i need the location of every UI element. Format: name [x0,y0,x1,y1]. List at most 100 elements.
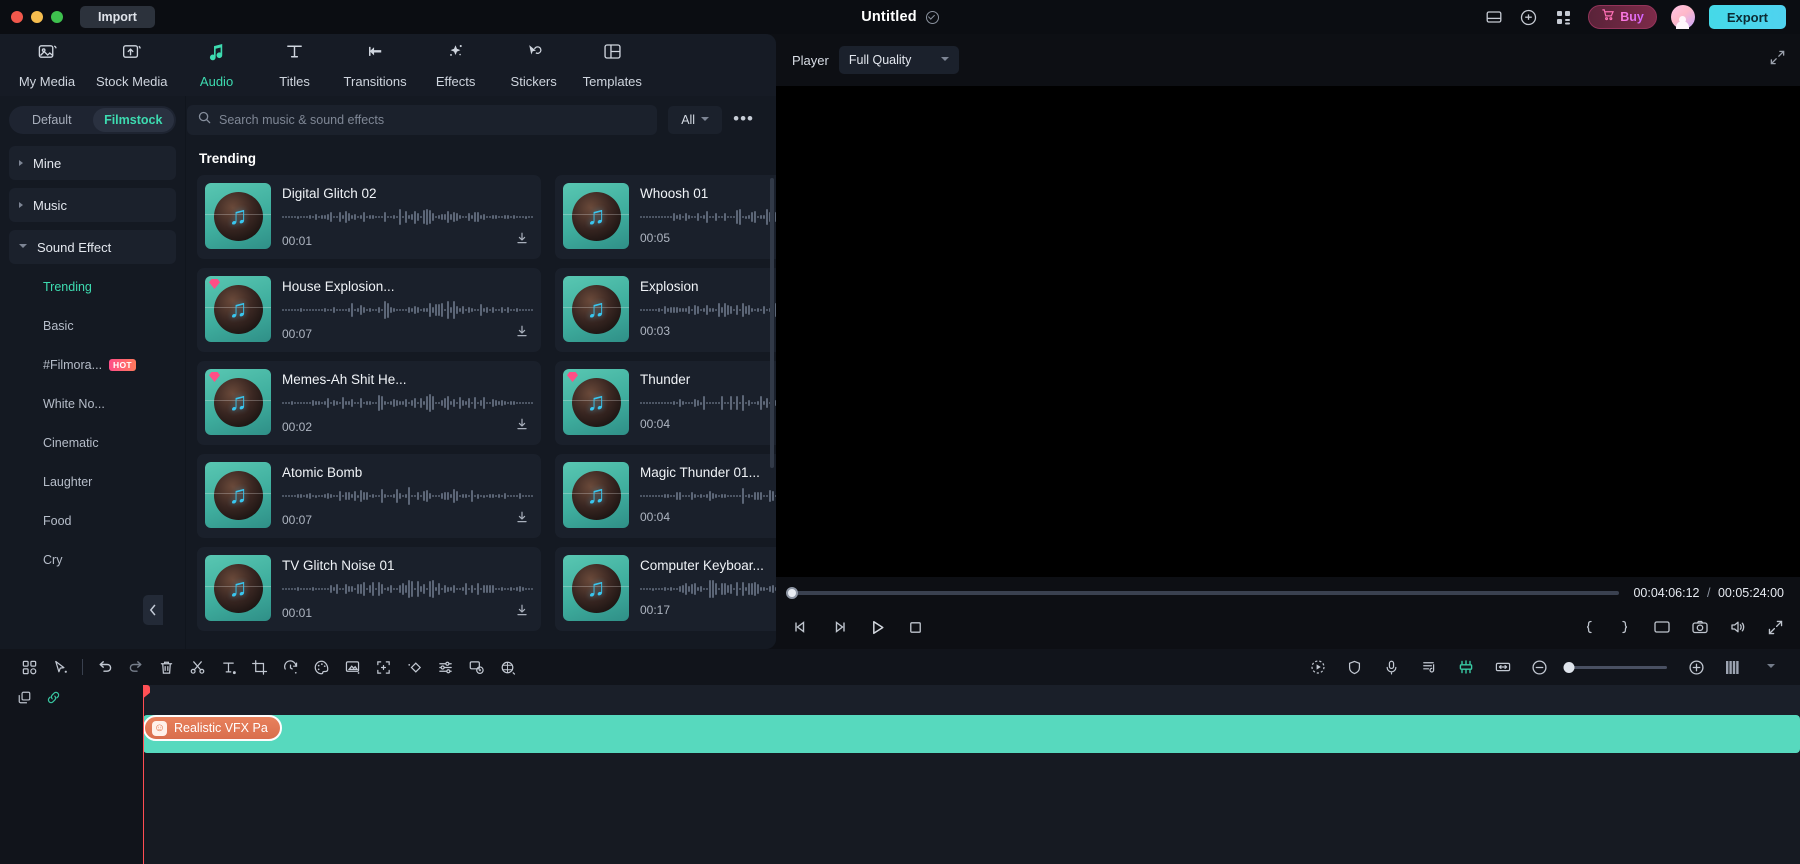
fit-timeline-icon[interactable] [1487,653,1518,681]
chevron-down-icon[interactable] [1755,653,1786,681]
more-options-button[interactable]: ••• [733,110,754,131]
buy-button[interactable]: Buy [1588,5,1657,29]
step-back-icon[interactable] [792,618,810,636]
library-scrollbar[interactable] [770,178,774,468]
sidebar-item-basic[interactable]: Basic [9,311,176,341]
download-icon[interactable] [515,603,529,622]
timeline-ruler[interactable] [143,685,1800,715]
list-item[interactable]: ♫House Explosion...00:07 [197,268,541,352]
stop-icon[interactable] [907,619,924,636]
volume-icon[interactable] [1729,618,1747,636]
list-item[interactable]: ♫Memes-Ah Shit He...00:02 [197,361,541,445]
tab-my-media[interactable]: My Media [10,37,84,93]
download-icon[interactable] [515,324,529,343]
speed-clock-icon[interactable] [275,653,306,681]
beat-detect-icon[interactable] [1413,653,1444,681]
tab-stickers[interactable]: Stickers [497,37,571,93]
select-cursor-icon[interactable] [45,653,76,681]
list-item[interactable]: ♫Digital Glitch 0200:01 [197,175,541,259]
delete-trash-icon[interactable] [151,653,182,681]
text-to-speech-icon[interactable] [492,653,523,681]
split-scissors-icon[interactable] [182,653,213,681]
list-item[interactable]: ♫Atomic Bomb00:07 [197,454,541,538]
screen-icon[interactable] [1653,618,1671,636]
auto-caption-icon[interactable] [461,653,492,681]
download-icon[interactable] [515,510,529,529]
grid-apps-icon[interactable] [1553,7,1574,28]
group-mine[interactable]: Mine [9,146,176,180]
sidebar-item-trending[interactable]: Trending [9,272,176,302]
shield-icon[interactable] [1339,653,1370,681]
marker-icon[interactable] [1450,653,1481,681]
auto-layout-icon[interactable] [14,653,45,681]
list-item[interactable]: ♫TV Glitch Noise 0100:01 [197,547,541,631]
zoom-plus-icon[interactable] [1681,653,1712,681]
timeline-clip-realistic-vfx[interactable]: ☺ Realistic VFX Pa [143,715,282,741]
link-track-icon[interactable] [46,690,61,710]
adjust-sliders-icon[interactable] [430,653,461,681]
close-window-button[interactable] [11,11,23,23]
cloud-download-icon[interactable] [1518,7,1539,28]
crop-tool-icon[interactable] [244,653,275,681]
timeline-audio-clip[interactable] [143,715,1800,753]
sidebar-item-filmora[interactable]: #Filmora... HOT [9,350,176,380]
list-item[interactable]: ♫Explosion00:03 [555,268,776,352]
collapse-sidebar-button[interactable] [143,595,163,625]
sidebar-item-food[interactable]: Food [9,506,176,536]
sidebar-item-laughter[interactable]: Laughter [9,467,176,497]
segment-filmstock[interactable]: Filmstock [93,108,175,132]
sidebar-item-cry[interactable]: Cry [9,545,176,575]
quality-select[interactable]: Full Quality [839,46,959,74]
tab-audio[interactable]: Audio [180,37,254,93]
timeline-tracks-area[interactable]: ☺ Realistic VFX Pa [143,685,1800,864]
undo-icon[interactable] [89,653,120,681]
tab-templates[interactable]: Templates [575,37,650,93]
minimize-window-button[interactable] [31,11,43,23]
auto-reframe-icon[interactable] [368,653,399,681]
import-button[interactable]: Import [80,6,155,28]
sidebar-item-cinematic[interactable]: Cinematic [9,428,176,458]
render-preview-icon[interactable] [1718,653,1749,681]
segment-default[interactable]: Default [11,108,93,132]
text-tool-icon[interactable] [213,653,244,681]
tab-stock-media[interactable]: Stock Media [88,37,176,93]
search-input[interactable]: Search music & sound effects [187,105,657,135]
green-screen-icon[interactable] [337,653,368,681]
list-item[interactable]: ♫Thunder00:04 [555,361,776,445]
auto-highlight-icon[interactable] [1302,653,1333,681]
tab-effects[interactable]: Effects [419,37,493,93]
step-forward-icon[interactable] [830,618,848,636]
keyframe-diamond-icon[interactable] [399,653,430,681]
tab-titles[interactable]: Titles [258,37,332,93]
zoom-minus-icon[interactable] [1524,653,1555,681]
list-item[interactable]: ♫Computer Keyboar...00:17 [555,547,776,631]
copy-track-icon[interactable] [17,690,32,710]
timeline-zoom-slider[interactable] [1569,666,1667,669]
export-button[interactable]: Export [1709,5,1786,29]
download-icon[interactable] [515,231,529,250]
fullscreen-icon[interactable] [1767,619,1784,636]
avatar[interactable] [1671,5,1695,29]
seek-slider[interactable] [792,591,1619,595]
mic-record-icon[interactable] [1376,653,1407,681]
maximize-window-button[interactable] [51,11,63,23]
download-icon[interactable] [515,417,529,436]
premium-gem-icon [209,372,220,382]
play-icon[interactable] [868,618,887,637]
mark-out-icon[interactable] [1617,619,1633,635]
expand-player-icon[interactable] [1769,49,1786,71]
snapshot-camera-icon[interactable] [1691,618,1709,636]
list-item[interactable]: ♫Whoosh 0100:05 [555,175,776,259]
group-music[interactable]: Music [9,188,176,222]
group-sound-effect[interactable]: Sound Effect [9,230,176,264]
mark-in-icon[interactable] [1581,619,1597,635]
sidebar-item-white-noise[interactable]: White No... [9,389,176,419]
preview-stage[interactable] [776,86,1800,577]
tab-transitions[interactable]: Transitions [336,37,415,93]
filter-all-dropdown[interactable]: All [668,106,722,134]
list-item[interactable]: ♫Magic Thunder 01...00:04 [555,454,776,538]
redo-icon[interactable] [120,653,151,681]
layout-icon[interactable] [1483,7,1504,28]
sound-meta-row: 00:07 [282,324,533,343]
color-palette-icon[interactable] [306,653,337,681]
